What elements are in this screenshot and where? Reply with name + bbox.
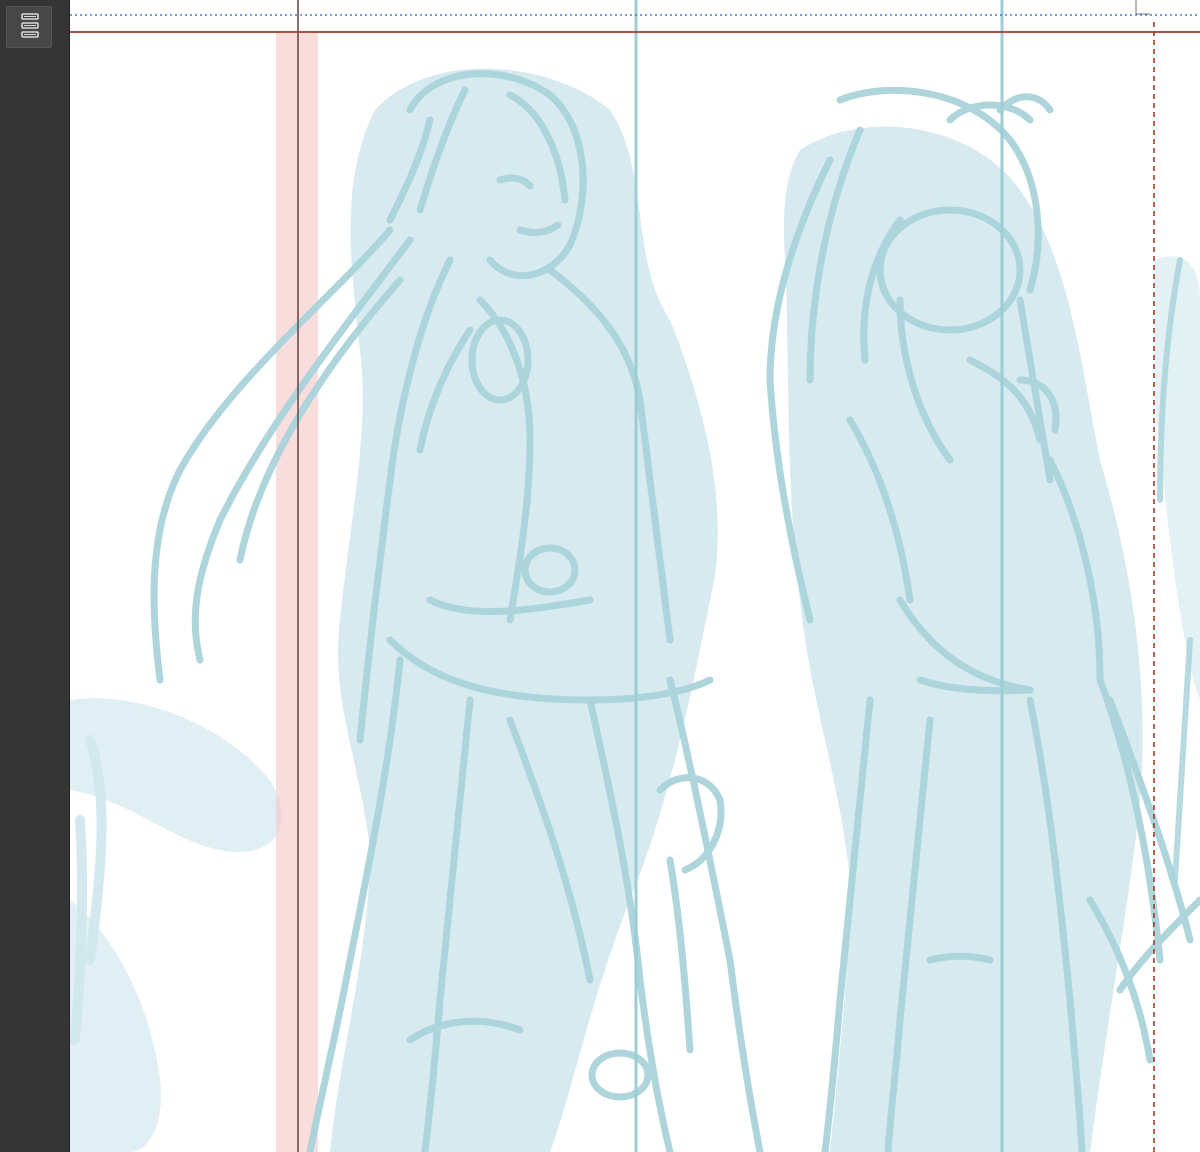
layers-panel-toggle-button[interactable] — [6, 6, 52, 48]
layers-panel-icon — [21, 13, 39, 38]
bleed-area-band — [276, 32, 318, 1152]
app-window — [0, 0, 1200, 1152]
sketch-artwork — [70, 0, 1200, 1152]
left-tool-panel — [0, 0, 70, 1152]
drawing-canvas[interactable] — [70, 0, 1200, 1152]
